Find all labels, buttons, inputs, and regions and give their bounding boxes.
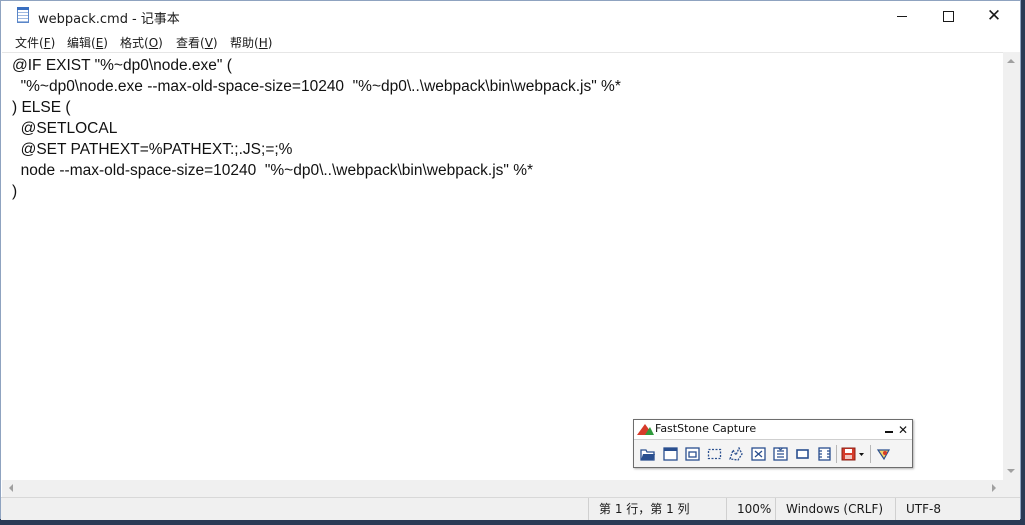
menu-format-key: O — [148, 36, 159, 50]
close-icon: ✕ — [986, 5, 1002, 26]
menu-help-key: H — [258, 36, 268, 50]
editor-text[interactable]: @IF EXIST "%~dp0\node.exe" ( "%~dp0\node… — [12, 55, 621, 202]
code-line: @IF EXIST "%~dp0\node.exe" ( — [12, 57, 232, 74]
menu-file-end: ) — [50, 36, 56, 50]
window-title-separator: - — [131, 12, 137, 27]
scroll-right-icon[interactable] — [992, 484, 996, 492]
status-cursor-position: 第 1 行，第 1 列 — [588, 498, 727, 520]
code-line: "%~dp0\node.exe --max-old-space-size=102… — [12, 78, 621, 95]
maximize-icon — [942, 10, 954, 22]
faststone-close-button[interactable]: ✕ — [896, 420, 910, 439]
scroll-corner — [1003, 480, 1020, 497]
vertical-scrollbar[interactable] — [1003, 52, 1020, 480]
text-editor[interactable]: @IF EXIST "%~dp0\node.exe" ( "%~dp0\node… — [2, 52, 1003, 480]
faststone-tools — [636, 444, 910, 464]
menu-edit-end: ) — [103, 36, 108, 50]
minimize-icon — [897, 15, 907, 17]
scroll-left-icon[interactable] — [9, 484, 13, 492]
menu-edit[interactable]: 编辑(E) — [67, 34, 108, 51]
scroll-down-icon[interactable] — [1007, 469, 1015, 473]
capture-rectangle-icon[interactable] — [704, 444, 724, 464]
open-folder-icon[interactable] — [638, 444, 658, 464]
menu-format-label: 格式( — [120, 36, 149, 50]
window-title-file: webpack.cmd — [38, 12, 128, 27]
menu-help[interactable]: 帮助(H) — [230, 34, 272, 51]
title-bar[interactable]: webpack.cmd - 记事本 ✕ — [1, 1, 1020, 31]
menu-file-key: F — [43, 36, 51, 50]
faststone-minimize-button[interactable] — [882, 420, 896, 439]
menu-edit-label: 编辑( — [67, 36, 96, 50]
menu-view[interactable]: 查看(V) — [176, 34, 218, 51]
code-line: @SETLOCAL — [12, 120, 118, 137]
settings-icon[interactable] — [874, 444, 894, 464]
minimize-icon — [885, 430, 893, 433]
capture-active-window-icon[interactable] — [660, 444, 680, 464]
window-title: webpack.cmd - 记事本 — [38, 8, 180, 27]
capture-window-object-icon[interactable] — [682, 444, 702, 464]
screen-recorder-icon[interactable] — [814, 444, 834, 464]
faststone-title-bar[interactable]: FastStone Capture ✕ — [634, 420, 912, 440]
menu-format[interactable]: 格式(O) — [120, 34, 163, 51]
horizontal-scrollbar[interactable] — [2, 480, 1003, 497]
scroll-up-icon[interactable] — [1007, 59, 1015, 63]
faststone-capture-toolbar[interactable]: FastStone Capture ✕ — [633, 419, 913, 468]
window-title-app: 记事本 — [140, 12, 180, 27]
menu-file-label: 文件( — [15, 36, 44, 50]
menu-help-label: 帮助( — [230, 36, 259, 50]
menu-bar: 文件(F) 编辑(E) 格式(O) 查看(V) 帮助(H) — [1, 31, 1020, 52]
faststone-title: FastStone Capture — [655, 422, 757, 435]
capture-scrolling-window-icon[interactable] — [770, 444, 790, 464]
code-line: ) — [12, 183, 18, 200]
toolbar-divider — [836, 445, 837, 463]
menu-file[interactable]: 文件(F) — [15, 34, 55, 51]
faststone-logo-icon — [637, 424, 654, 435]
capture-fullscreen-icon[interactable] — [748, 444, 768, 464]
menu-help-end: ) — [267, 36, 273, 50]
status-zoom: 100% — [726, 498, 775, 520]
capture-fixed-region-icon[interactable] — [792, 444, 812, 464]
menu-format-end: ) — [158, 36, 163, 50]
code-line: @SET PATHEXT=%PATHEXT:;.JS;=;% — [12, 141, 293, 158]
menu-view-label: 查看( — [176, 36, 205, 50]
notepad-app-icon — [17, 7, 29, 23]
menu-view-end: ) — [212, 36, 218, 50]
maximize-button[interactable] — [925, 1, 971, 31]
status-encoding: UTF-8 — [895, 498, 1016, 520]
status-bar: 第 1 行，第 1 列 100% Windows (CRLF) UTF-8 — [1, 497, 1020, 520]
toolbar-divider — [870, 445, 871, 463]
close-button[interactable]: ✕ — [971, 1, 1017, 31]
close-icon: ✕ — [897, 422, 909, 437]
minimize-button[interactable] — [879, 1, 925, 31]
menu-view-key: V — [204, 36, 213, 50]
output-destination-icon[interactable] — [840, 444, 868, 464]
status-line-ending: Windows (CRLF) — [775, 498, 890, 520]
code-line: node --max-old-space-size=10240 "%~dp0\.… — [12, 162, 534, 179]
code-line: ) ELSE ( — [12, 99, 71, 116]
capture-freehand-icon[interactable] — [726, 444, 746, 464]
